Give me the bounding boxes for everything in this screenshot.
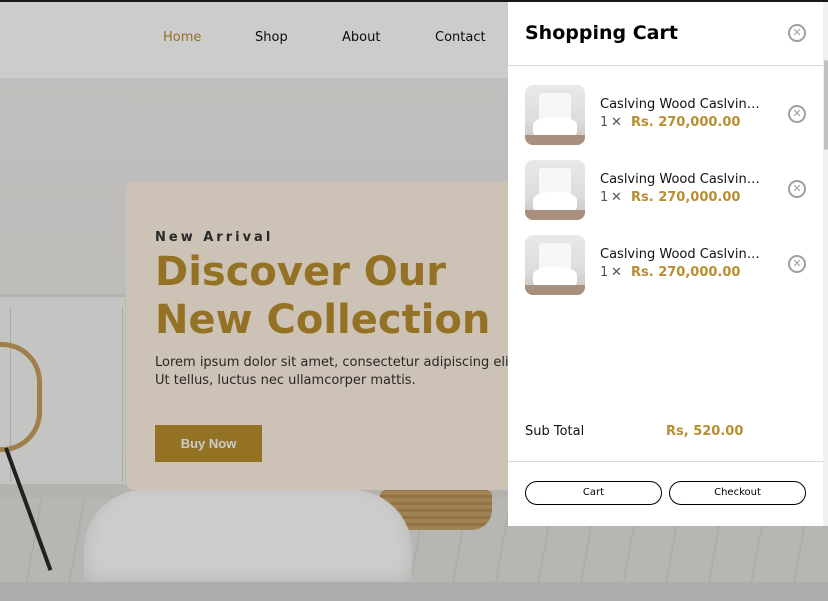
times-icon: ✕ [611,265,622,280]
cart-item: Caslving Wood Caslving Wood 1 ✕ Rs. 270,… [525,235,815,295]
product-thumbnail[interactable] [525,85,585,145]
view-cart-button[interactable]: Cart [525,481,662,505]
shopping-cart-panel: Shopping Cart ✕ Caslving Wood Caslving W… [508,2,823,526]
remove-item-icon[interactable]: ✕ [788,180,806,198]
subtotal-label: Sub Total [525,424,585,439]
product-thumbnail[interactable] [525,235,585,295]
product-thumbnail[interactable] [525,160,585,220]
item-quantity: 1 [600,265,609,280]
item-price: Rs. 270,000.00 [631,115,741,130]
remove-item-icon[interactable]: ✕ [788,255,806,273]
item-name[interactable]: Caslving Wood Caslving Wood [600,247,760,262]
times-icon: ✕ [611,190,622,205]
cart-item: Caslving Wood Caslving Wood 1 ✕ Rs. 270,… [525,85,815,145]
cart-header-divider [508,65,823,66]
item-quantity: 1 [600,190,609,205]
subtotal-value: Rs, 520.00 [666,424,744,439]
cart-item: Caslving Wood Caslving Wood 1 ✕ Rs. 270,… [525,160,815,220]
item-name[interactable]: Caslving Wood Caslving Wood [600,97,760,112]
close-circle-icon[interactable]: ✕ [788,24,806,42]
remove-item-icon[interactable]: ✕ [788,105,806,123]
item-price: Rs. 270,000.00 [631,265,741,280]
cart-title: Shopping Cart [525,22,678,44]
checkout-button[interactable]: Checkout [669,481,806,505]
item-name[interactable]: Caslving Wood Caslving Wood [600,172,760,187]
times-icon: ✕ [611,115,622,130]
item-quantity: 1 [600,115,609,130]
cart-footer-divider [508,461,823,462]
page-scrollbar-thumb[interactable] [824,60,828,150]
item-price: Rs. 270,000.00 [631,190,741,205]
